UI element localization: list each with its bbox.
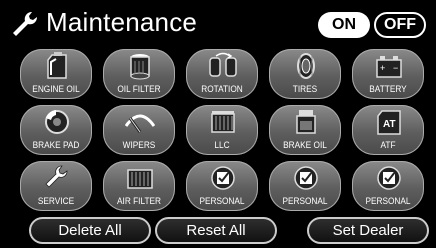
personal-button-2[interactable]: PERSONAL bbox=[269, 161, 341, 211]
delete-all-button[interactable]: Delete All bbox=[29, 217, 151, 244]
wrench-icon bbox=[13, 11, 38, 36]
item-label: BRAKE OIL bbox=[283, 140, 327, 150]
item-label: PERSONAL bbox=[282, 196, 328, 206]
item-label: SERVICE bbox=[37, 196, 75, 206]
item-label: OIL FILTER bbox=[117, 84, 161, 94]
llc-button[interactable]: LLC bbox=[186, 105, 258, 155]
maintenance-item-grid: ENGINE OIL OIL FILTER ROTATION TIRES + −… bbox=[20, 49, 424, 213]
llc-icon bbox=[211, 111, 235, 133]
item-label: BRAKE PAD bbox=[32, 140, 80, 150]
engine-oil-icon bbox=[47, 52, 67, 79]
item-label: PERSONAL bbox=[199, 196, 245, 206]
item-label: BATTERY bbox=[369, 84, 407, 94]
personal-button-1[interactable]: PERSONAL bbox=[186, 161, 258, 211]
brake-pad-icon bbox=[45, 110, 69, 134]
oil-filter-button[interactable]: OIL FILTER bbox=[103, 49, 175, 99]
atf-icon: AT bbox=[377, 110, 401, 135]
personal-icon bbox=[211, 166, 235, 190]
item-label: ROTATION bbox=[201, 84, 243, 94]
item-label: TIRES bbox=[292, 84, 318, 94]
brake-oil-icon bbox=[296, 110, 316, 134]
battery-button[interactable]: + − BATTERY bbox=[352, 49, 424, 99]
air-filter-icon bbox=[127, 169, 153, 189]
svg-text:−: − bbox=[393, 63, 398, 73]
item-label: ATF bbox=[380, 140, 396, 150]
item-label: LLC bbox=[214, 140, 230, 150]
svg-text:+: + bbox=[380, 63, 385, 73]
header: Maintenance ON OFF bbox=[0, 0, 436, 48]
item-label: WIPERS bbox=[122, 140, 156, 150]
brake-pad-button[interactable]: BRAKE PAD bbox=[20, 105, 92, 155]
item-label: ENGINE OIL bbox=[32, 84, 80, 94]
tires-icon bbox=[297, 53, 315, 79]
rotation-icon bbox=[209, 52, 237, 77]
wipers-button[interactable]: WIPERS bbox=[103, 105, 175, 155]
personal-icon bbox=[294, 166, 318, 190]
personal-icon bbox=[377, 166, 401, 190]
off-toggle-button[interactable]: OFF bbox=[374, 12, 426, 38]
tires-button[interactable]: TIRES bbox=[269, 49, 341, 99]
service-icon bbox=[45, 165, 68, 188]
reset-all-button[interactable]: Reset All bbox=[155, 217, 277, 244]
personal-button-3[interactable]: PERSONAL bbox=[352, 161, 424, 211]
atf-button[interactable]: AT ATF bbox=[352, 105, 424, 155]
wipers-icon bbox=[125, 114, 155, 133]
on-toggle-button[interactable]: ON bbox=[318, 12, 370, 38]
svg-text:AT: AT bbox=[383, 119, 396, 130]
engine-oil-button[interactable]: ENGINE OIL bbox=[20, 49, 92, 99]
brake-oil-button[interactable]: BRAKE OIL bbox=[269, 105, 341, 155]
page-title: Maintenance bbox=[46, 7, 198, 37]
rotation-button[interactable]: ROTATION bbox=[186, 49, 258, 99]
oil-filter-icon bbox=[130, 54, 150, 80]
air-filter-button[interactable]: AIR FILTER bbox=[103, 161, 175, 211]
set-dealer-button[interactable]: Set Dealer bbox=[307, 217, 429, 244]
service-button[interactable]: SERVICE bbox=[20, 161, 92, 211]
item-label: AIR FILTER bbox=[116, 196, 162, 206]
battery-icon: + − bbox=[376, 56, 402, 78]
item-label: PERSONAL bbox=[365, 196, 411, 206]
